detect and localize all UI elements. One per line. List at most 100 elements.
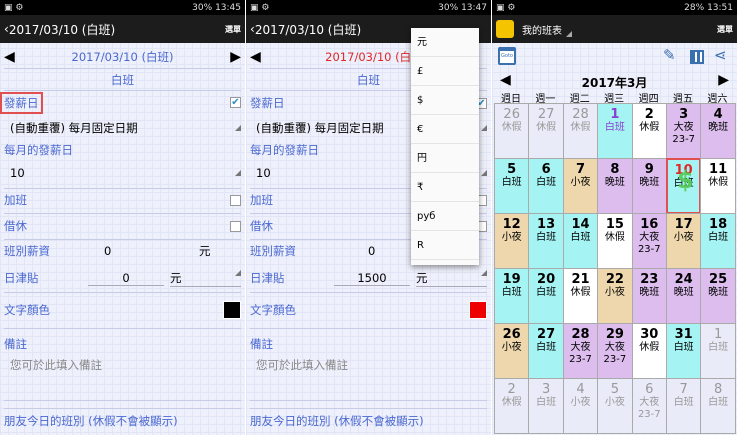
payday-checkbox[interactable]: ✔ bbox=[230, 97, 241, 108]
shift-label: 大夜 23-7 bbox=[569, 342, 592, 365]
edit-pencil-icon[interactable]: ✎ bbox=[663, 46, 676, 64]
shift-label: 休假 bbox=[570, 287, 591, 298]
allowance-input[interactable]: 0 bbox=[88, 271, 164, 286]
calendar-day-cell[interactable]: 7 小夜 bbox=[562, 158, 599, 214]
currency-option[interactable]: £ bbox=[411, 57, 479, 86]
calendar-day-cell[interactable]: 26 小夜 bbox=[494, 323, 530, 379]
calendar-day-cell[interactable]: 30 休假 bbox=[631, 323, 667, 379]
screen-title: 2017/03/10 (白班) bbox=[8, 22, 116, 37]
calendar-day-cell[interactable]: 12 小夜 bbox=[494, 213, 530, 269]
text-color-swatch[interactable] bbox=[223, 301, 241, 319]
calendar-day-cell[interactable]: 31 白班 bbox=[666, 323, 702, 379]
calendar-day-cell[interactable]: 4 小夜 bbox=[562, 378, 599, 434]
leave-label: 借休 bbox=[250, 219, 273, 233]
calendar-day-cell[interactable]: 29 大夜 23-7 bbox=[597, 323, 633, 379]
calendar-day-cell[interactable]: 4 晚班 bbox=[700, 103, 736, 159]
calendar-day-cell[interactable]: 5 白班 bbox=[494, 158, 530, 214]
calendar-day-cell[interactable]: 27 白班 bbox=[528, 323, 564, 379]
shift-label: 白班 bbox=[708, 232, 729, 243]
share-icon[interactable]: ⋖ bbox=[714, 46, 727, 64]
goto-button[interactable]: Goto bbox=[498, 47, 516, 65]
currency-dropdown[interactable]: 元 bbox=[416, 269, 487, 287]
calendar-day-cell[interactable]: 25 晚班 bbox=[700, 268, 736, 324]
day-number: 20 bbox=[537, 272, 556, 287]
currency-option[interactable]: € bbox=[411, 115, 479, 144]
clock: 13:51 bbox=[707, 2, 733, 13]
calendar-day-cell[interactable]: 9 晚班 bbox=[631, 158, 667, 214]
calendar-day-cell[interactable]: 26 休假 bbox=[494, 103, 530, 159]
calendar-day-cell[interactable]: 18 白班 bbox=[700, 213, 736, 269]
repeat-dropdown[interactable]: (自動重覆) 每月固定日期 bbox=[0, 120, 245, 136]
calendar-day-cell[interactable]: 7 白班 bbox=[666, 378, 702, 434]
text-color-swatch[interactable] bbox=[469, 301, 487, 319]
overtime-checkbox[interactable] bbox=[230, 194, 241, 206]
menu-button[interactable]: 選單 bbox=[717, 24, 733, 35]
prev-day-icon[interactable]: ◀ bbox=[250, 49, 261, 65]
screen-title: 2017/03/10 (白班) bbox=[254, 22, 362, 37]
shift-label: 白班 bbox=[536, 177, 557, 188]
calendar-day-cell[interactable]: 3 大夜 23-7 bbox=[666, 103, 702, 159]
currency-option[interactable]: 元 bbox=[411, 28, 479, 57]
currency-option[interactable]: 円 bbox=[411, 144, 479, 173]
shift-label: 小夜 bbox=[570, 397, 591, 408]
calendar-day-cell[interactable]: 28 休假 bbox=[562, 103, 599, 159]
shift-label: 晚班 bbox=[639, 287, 660, 298]
note-input[interactable]: 您可於此填入備註 bbox=[0, 357, 245, 373]
day-number: 5 bbox=[507, 162, 517, 177]
leave-checkbox[interactable] bbox=[230, 220, 241, 232]
calendar-day-cell[interactable]: 11 休假 bbox=[700, 158, 736, 214]
currency-option[interactable]: руб bbox=[411, 202, 479, 231]
calendar-day-cell[interactable]: 20 白班 bbox=[528, 268, 564, 324]
shift-label: 小夜 bbox=[570, 177, 591, 188]
calendar-day-cell[interactable]: 3 白班 bbox=[528, 378, 564, 434]
calendar-day-cell[interactable]: 15 休假 bbox=[597, 213, 633, 269]
text-color-label: 文字顏色 bbox=[4, 303, 50, 317]
shift-label: 休假 bbox=[536, 122, 557, 133]
currency-option[interactable]: R bbox=[411, 231, 479, 260]
day-number: 9 bbox=[644, 162, 654, 177]
calendar-day-cell[interactable]: 14 白班 bbox=[562, 213, 599, 269]
currency-option[interactable]: ₹ bbox=[411, 173, 479, 202]
calendar-day-cell[interactable]: 5 小夜 bbox=[597, 378, 633, 434]
calendar-day-cell[interactable]: 19 白班 bbox=[494, 268, 530, 324]
calendar-day-cell[interactable]: 13 白班 bbox=[528, 213, 564, 269]
battery-level: 30% bbox=[438, 2, 459, 13]
calendar-day-cell[interactable]: 1 白班 bbox=[597, 103, 633, 159]
prev-day-icon[interactable]: ◀ bbox=[4, 49, 15, 65]
day-number: 21 bbox=[571, 272, 590, 287]
calendar-day-cell[interactable]: 28 大夜 23-7 bbox=[562, 323, 599, 379]
allowance-input[interactable]: 1500 bbox=[334, 271, 410, 286]
calendar-day-cell[interactable]: 23 晚班 bbox=[631, 268, 667, 324]
calendar-day-cell[interactable]: 2 休假 bbox=[631, 103, 667, 159]
status-bar: ▣ ⚙ 28% 13:51 bbox=[492, 0, 737, 15]
columns-view-icon[interactable] bbox=[690, 50, 704, 64]
next-day-icon[interactable]: ▶ bbox=[230, 49, 241, 65]
calendar-day-cell[interactable]: 16 大夜 23-7 bbox=[631, 213, 667, 269]
calendar-day-cell[interactable]: 24 晚班 bbox=[666, 268, 702, 324]
calendar-day-cell[interactable]: 27 休假 bbox=[528, 103, 564, 159]
schedule-dropdown[interactable]: 我的班表 bbox=[522, 22, 572, 37]
menu-button[interactable]: 選單 bbox=[225, 24, 241, 35]
calendar-day-cell[interactable]: 2 休假 bbox=[494, 378, 530, 434]
monthly-payday-dropdown[interactable]: 10 bbox=[0, 165, 245, 181]
calendar-day-cell[interactable]: 6 白班 bbox=[528, 158, 564, 214]
calendar-day-cell[interactable]: 8 晚班 bbox=[597, 158, 633, 214]
calendar-day-cell[interactable]: 6 大夜 23-7 bbox=[631, 378, 667, 434]
pay-label: 班別薪資 bbox=[4, 244, 50, 258]
currency-option[interactable]: $ bbox=[411, 86, 479, 115]
calendar-day-cell[interactable]: 8 白班 bbox=[700, 378, 736, 434]
calendar-day-cell[interactable]: 17 小夜 bbox=[666, 213, 702, 269]
calendar-day-cell[interactable]: 22 小夜 bbox=[597, 268, 633, 324]
status-bar: ▣ ⚙ 30% 13:47 bbox=[246, 0, 491, 15]
day-number: 13 bbox=[537, 217, 556, 232]
note-input[interactable]: 您可於此填入備註 bbox=[246, 357, 491, 373]
calendar-day-cell[interactable]: 1 白班 bbox=[700, 323, 736, 379]
allowance-label: 日津貼 bbox=[4, 271, 39, 285]
shift-label: 白班 bbox=[501, 287, 522, 298]
day-number: 19 bbox=[502, 272, 521, 287]
currency-dropdown[interactable]: 元 bbox=[170, 269, 241, 287]
calendar-day-cell[interactable]: 21 休假 bbox=[562, 268, 599, 324]
next-month-icon[interactable]: ▶ bbox=[718, 72, 729, 88]
title-bar: ‹ 2017/03/10 (白班) 選單 bbox=[0, 15, 245, 43]
calendar-day-cell[interactable]: 10 白班 $ bbox=[666, 158, 702, 214]
